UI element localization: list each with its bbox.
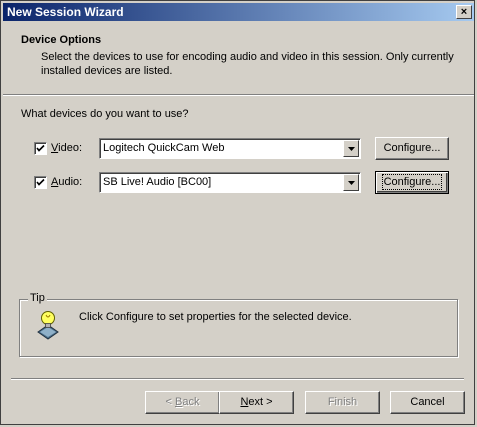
- cancel-button[interactable]: Cancel: [390, 391, 465, 414]
- page-description: Select the devices to use for encoding a…: [41, 51, 454, 77]
- tip-text: Click Configure to set properties for th…: [79, 311, 352, 323]
- title-bar[interactable]: New Session Wizard ×: [3, 3, 474, 21]
- video-device-value: Logitech QuickCam Web: [103, 142, 225, 154]
- close-icon: ×: [460, 6, 468, 18]
- devices-question: What devices do you want to use?: [21, 108, 189, 120]
- close-button[interactable]: ×: [456, 5, 472, 19]
- video-dropdown-button[interactable]: [343, 140, 359, 157]
- tip-group: Tip Click Configure to set properties fo…: [19, 292, 458, 357]
- audio-label: Audio:: [51, 176, 83, 188]
- audio-device-value: SB Live! Audio [BC00]: [103, 176, 212, 188]
- back-button[interactable]: < Back: [145, 391, 220, 414]
- next-button[interactable]: Next >: [219, 391, 294, 414]
- video-checkbox[interactable]: [34, 142, 47, 155]
- tip-legend: Tip: [28, 292, 47, 304]
- header-divider: [3, 94, 474, 96]
- audio-device-select[interactable]: SB Live! Audio [BC00]: [99, 172, 361, 193]
- checkmark-icon: [36, 144, 45, 152]
- audio-dropdown-button[interactable]: [343, 174, 359, 191]
- chevron-down-icon: [348, 181, 355, 185]
- window-title: New Session Wizard: [7, 5, 124, 19]
- video-configure-button[interactable]: Configure...: [375, 137, 449, 160]
- footer-divider: [11, 378, 464, 380]
- audio-configure-button[interactable]: Configure...: [375, 171, 449, 194]
- finish-button[interactable]: Finish: [305, 391, 380, 414]
- video-device-select[interactable]: Logitech QuickCam Web: [99, 138, 361, 159]
- lightbulb-icon: [37, 311, 59, 340]
- chevron-down-icon: [348, 147, 355, 151]
- wizard-window: New Session Wizard × Device Options Sele…: [0, 0, 475, 425]
- audio-checkbox[interactable]: [34, 176, 47, 189]
- wizard-header: Device Options Select the devices to use…: [3, 22, 474, 94]
- page-title: Device Options: [21, 34, 102, 46]
- checkmark-icon: [36, 178, 45, 186]
- video-label: Video:: [51, 142, 82, 154]
